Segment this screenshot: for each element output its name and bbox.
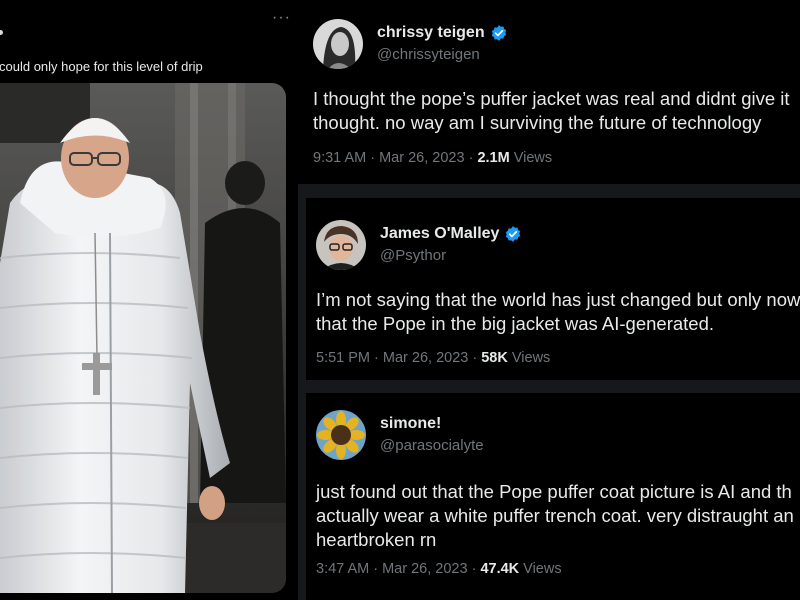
left-tweet-text: could only hope for this level of drip — [0, 59, 203, 74]
views-count: 58K — [481, 350, 508, 366]
avatar-edge — [0, 30, 3, 35]
display-name[interactable]: simone! — [380, 415, 441, 433]
card-gap — [298, 380, 800, 393]
verified-badge-icon — [506, 226, 521, 242]
tweet-text-line: actually wear a white puffer trench coat… — [316, 505, 794, 526]
card-gap — [298, 184, 800, 198]
verified-badge-icon — [491, 25, 506, 41]
tweet-meta[interactable]: 3:47 AM · Mar 26, 2023 · 47.4K Views — [316, 561, 562, 577]
views-label: Views — [511, 350, 551, 366]
tweet-meta[interactable]: 5:51 PM · Mar 26, 2023 · 58K Views — [316, 350, 550, 366]
avatar-icon[interactable] — [313, 19, 363, 69]
avatar-icon[interactable] — [316, 410, 366, 460]
more-horizontal-icon[interactable]: ··· — [272, 10, 291, 26]
tweet-card[interactable]: James O'Malley @Psythor I’m not saying t… — [306, 198, 800, 380]
tweet-meta[interactable]: 9:31 AM · Mar 26, 2023 · 2.1M Views — [313, 150, 552, 166]
tweet-text-line: heartbroken rn — [316, 529, 437, 550]
views-label: Views — [523, 561, 562, 577]
tweet-text-line: thought. no way am I surviving the futur… — [313, 112, 762, 133]
tweet-text-line: just found out that the Pope puffer coat… — [316, 481, 792, 502]
tweet-date: Mar 26, 2023 — [382, 350, 469, 366]
tweet-text-line: that the Pope in the big jacket was AI-g… — [316, 313, 715, 334]
tweet-text-line: I’m not saying that the world has just c… — [316, 289, 800, 310]
user-handle[interactable]: @parasocialyte — [380, 437, 484, 454]
tweet-time: 9:31 AM — [313, 150, 367, 166]
views-count: 47.4K — [480, 561, 520, 577]
card-gap — [298, 198, 306, 600]
avatar-icon[interactable] — [316, 220, 366, 270]
tweet-card[interactable]: simone! @parasocialyte just found out th… — [306, 393, 800, 600]
left-tweet[interactable]: ··· could only hope for this level of dr… — [0, 0, 298, 600]
tweet-date: Mar 26, 2023 — [379, 150, 465, 166]
user-handle[interactable]: @chrissyteigen — [377, 46, 480, 63]
tweet-date: Mar 26, 2023 — [382, 561, 468, 577]
views-count: 2.1M — [477, 150, 510, 166]
tweet-text-line: I thought the pope’s puffer jacket was r… — [313, 88, 790, 109]
user-handle[interactable]: @Psythor — [380, 247, 446, 264]
tweet-card[interactable]: chrissy teigen @chrissyteigen I thought … — [298, 0, 800, 184]
views-label: Views — [513, 150, 553, 166]
tweet-time: 3:47 AM — [316, 561, 370, 577]
display-name[interactable]: James O'Malley — [380, 225, 499, 243]
tweet-photo[interactable] — [0, 83, 286, 593]
tweet-time: 5:51 PM — [316, 350, 370, 366]
display-name[interactable]: chrissy teigen — [377, 24, 485, 42]
